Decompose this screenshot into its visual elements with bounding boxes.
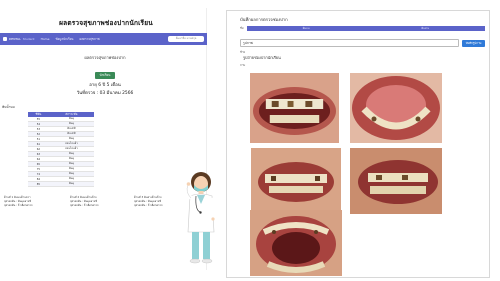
profile-title: ผลตรวจสุขภาพช่องปาก	[84, 55, 126, 60]
teeth-caption: ฟันน้ำนม	[2, 105, 15, 109]
upload-screenshot: บันทึกผลการตรวจช่องปาก ชื่อ ฟันบน ฟันล่า…	[226, 10, 490, 278]
student-badge: นักเรียน	[94, 72, 116, 79]
tooth-status-cell: ฟันผุ	[48, 181, 94, 188]
nav-link-students[interactable]: ข้อมูลนักเรียน	[55, 37, 73, 42]
table-row: 85 ฟันผุ	[28, 181, 94, 188]
legend-3: ด้านที่ 3 ฟันล่างด้านซ้าย จุดรอยฟัน : ฟั…	[134, 196, 163, 208]
save-image-button[interactable]: บันทึกรูปภาพ	[462, 39, 485, 47]
student-select-row: ชื่อ ฟันบน ฟันล่าง	[240, 26, 485, 31]
nav-link-home[interactable]: Home	[41, 37, 50, 41]
nav-link-results[interactable]: ผลตรวจสุขภาพ	[79, 37, 99, 42]
image-input[interactable]: รูปภาพ	[240, 39, 459, 47]
smile-photo[interactable]	[251, 148, 341, 213]
brand-sub-label: Student	[22, 37, 35, 41]
legend-1-line-3: จุดรอยฟัน : ถ้าเลือกตรวจ	[4, 204, 33, 207]
check-date: วันที่ตรวจ : 03 มีนาคม 2566	[76, 91, 134, 96]
select-value-2: ฟันล่าง	[421, 26, 430, 30]
legend-1: ด้านที่ 1 ฟันบนด้านขวา จุดรอยฟัน : ฟันผุ…	[4, 196, 33, 208]
legend-2: ด้านที่ 2 ฟันบนด้านซ้าย จุดรอยฟัน : ฟันผ…	[70, 196, 99, 208]
student-age: อายุ 6 ปี 5 เดือน	[89, 83, 121, 88]
image-input-row: รูปภาพ บันทึกรูปภาพ	[240, 39, 485, 47]
report-screenshot: ผลตรวจสุขภาพช่องปากนักเรียน DENTAL Stude…	[0, 8, 207, 270]
student-select[interactable]: ฟันบน ฟันล่าง	[246, 26, 485, 31]
select-value-1: ฟันบน	[302, 26, 310, 30]
logo-icon	[3, 37, 7, 41]
record-heading: บันทึกผลการตรวจช่องปาก	[240, 17, 288, 22]
brand-label: DENTAL	[9, 37, 21, 41]
legend-2-line-3: จุดรอยฟัน : ถ้าเลือกตรวจ	[70, 204, 99, 207]
teeth-table: ซี่ฟัน สภาวะฟัน 55 ฟันผุ 54 ฟันผุ 53 ฟันปกติ 5…	[28, 112, 94, 188]
legend-3-line-3: จุดรอยฟัน : ถ้าเลือกตรวจ	[134, 204, 163, 207]
dentist-illustration	[182, 170, 220, 267]
select-label: ชื่อ	[240, 26, 244, 30]
side-teeth-photo[interactable]	[350, 148, 442, 214]
front-teeth-photo[interactable]	[250, 73, 339, 143]
student-profile: ผลตรวจสุขภาพช่องปาก นักเรียน อายุ 6 ปี 5…	[60, 54, 150, 96]
open-mouth-photo[interactable]	[250, 210, 342, 276]
small-label-2: ภาพ	[240, 63, 246, 67]
nav-brand[interactable]: DENTAL Student	[3, 37, 35, 41]
upper-palate-photo[interactable]	[350, 73, 442, 143]
photos-title: รูปถ่ายช่องปากนักเรียน	[243, 55, 281, 60]
tooth-number-cell: 85	[28, 181, 49, 188]
site-title: ผลตรวจสุขภาพช่องปากนักเรียน	[59, 19, 153, 27]
navbar: DENTAL Student Home ข้อมูลนักเรียน ผลตรว…	[0, 33, 207, 45]
nav-search-input[interactable]: ค้นหาชื่อ-นามสกุล	[168, 36, 204, 42]
image-input-label: รูปภาพ	[243, 40, 253, 45]
